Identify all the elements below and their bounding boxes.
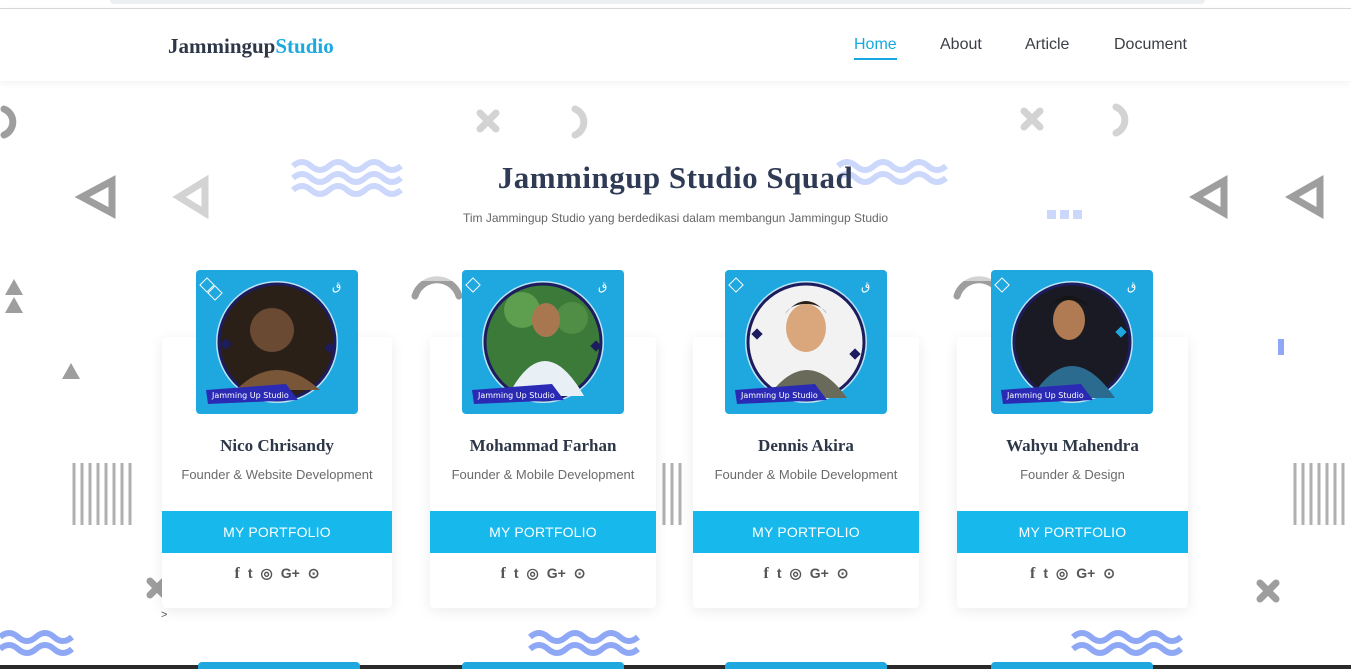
chevron-right-icon: > [161,609,168,621]
instagram-icon[interactable]: ◎ [789,565,801,582]
social-links: f t ◎ G+ ⊙ [430,565,656,583]
instagram-icon[interactable]: ◎ [260,565,272,582]
facebook-icon[interactable]: f [234,565,239,583]
portfolio-button[interactable]: MY PORTFOLIO [693,511,919,553]
portfolio-button[interactable]: MY PORTFOLIO [957,511,1188,553]
google-plus-icon[interactable]: G+ [1076,565,1095,581]
social-links: f t ◎ G+ ⊙ [693,565,919,583]
nav-home-link[interactable]: Home [854,36,897,60]
svg-text:ق: ق [332,279,341,293]
photo-label: Jamming Up Studio [211,391,289,400]
section-subtitle: Tim Jammingup Studio yang berdedikasi da… [462,211,889,225]
facebook-icon[interactable]: f [500,565,505,583]
github-icon[interactable]: ⊙ [837,565,849,582]
member-role: Founder & Website Development [181,467,373,482]
portfolio-button[interactable]: MY PORTFOLIO [162,511,392,553]
member-name: Wahyu Mahendra [1006,436,1139,455]
nav-about-link[interactable]: About [940,36,982,58]
main-nav: Home About Article Document [0,36,1351,66]
facebook-icon[interactable]: f [1030,565,1035,583]
google-plus-icon[interactable]: G+ [281,565,300,581]
avatar-frame-icon: ق Jamming Up Studio [728,277,870,404]
social-links: f t ◎ G+ ⊙ [162,565,392,583]
navbar: JammingupStudio Home About Article Docum… [0,9,1351,81]
member-name: Mohammad Farhan [469,436,617,455]
member-photo [725,662,887,669]
nav-document-link[interactable]: Document [1114,36,1187,58]
instagram-icon[interactable]: ◎ [1056,565,1068,582]
twitter-icon[interactable]: t [777,565,782,581]
nav-article-link[interactable]: Article [1025,36,1069,58]
portfolio-button[interactable]: MY PORTFOLIO [430,511,656,553]
browser-address-bar [110,0,1205,4]
twitter-icon[interactable]: t [514,565,519,581]
github-icon[interactable]: ⊙ [1103,565,1115,582]
photo-label: Jamming Up Studio [1006,391,1084,400]
avatar-frame-icon: ق Jamming Up Studio [465,277,607,404]
member-role: Founder & Mobile Development [451,467,635,482]
browser-top-strip [0,0,1351,9]
section-title: Jammingup Studio Squad [497,160,854,195]
photo-label: Jamming Up Studio [740,391,818,400]
avatar-frame-icon: ق Jamming Up Studio [199,277,341,404]
member-name: Dennis Akira [758,436,854,455]
member-photo [462,662,624,669]
avatar-frame-icon: ق Jamming Up Studio [994,277,1136,404]
photo-label: Jamming Up Studio [477,391,555,400]
member-role: Founder & Mobile Development [714,467,898,482]
member-photo: ق Jamming Up Studio [462,270,624,414]
member-photo: ق Jamming Up Studio [196,270,358,414]
twitter-icon[interactable]: t [248,565,253,581]
svg-text:ق: ق [598,279,607,293]
member-role: Founder & Design [1020,467,1125,482]
member-photo [991,662,1153,669]
google-plus-icon[interactable]: G+ [810,565,829,581]
member-photo: ق Jamming Up Studio [991,270,1153,414]
member-name: Nico Chrisandy [220,436,334,455]
svg-text:ق: ق [1127,279,1136,293]
member-photo: ق Jamming Up Studio [725,270,887,414]
member-photo [198,662,360,669]
github-icon[interactable]: ⊙ [574,565,586,582]
facebook-icon[interactable]: f [763,565,768,583]
instagram-icon[interactable]: ◎ [526,565,538,582]
twitter-icon[interactable]: t [1043,565,1048,581]
social-links: f t ◎ G+ ⊙ [957,565,1188,583]
github-icon[interactable]: ⊙ [308,565,320,582]
svg-text:ق: ق [861,279,870,293]
google-plus-icon[interactable]: G+ [547,565,566,581]
